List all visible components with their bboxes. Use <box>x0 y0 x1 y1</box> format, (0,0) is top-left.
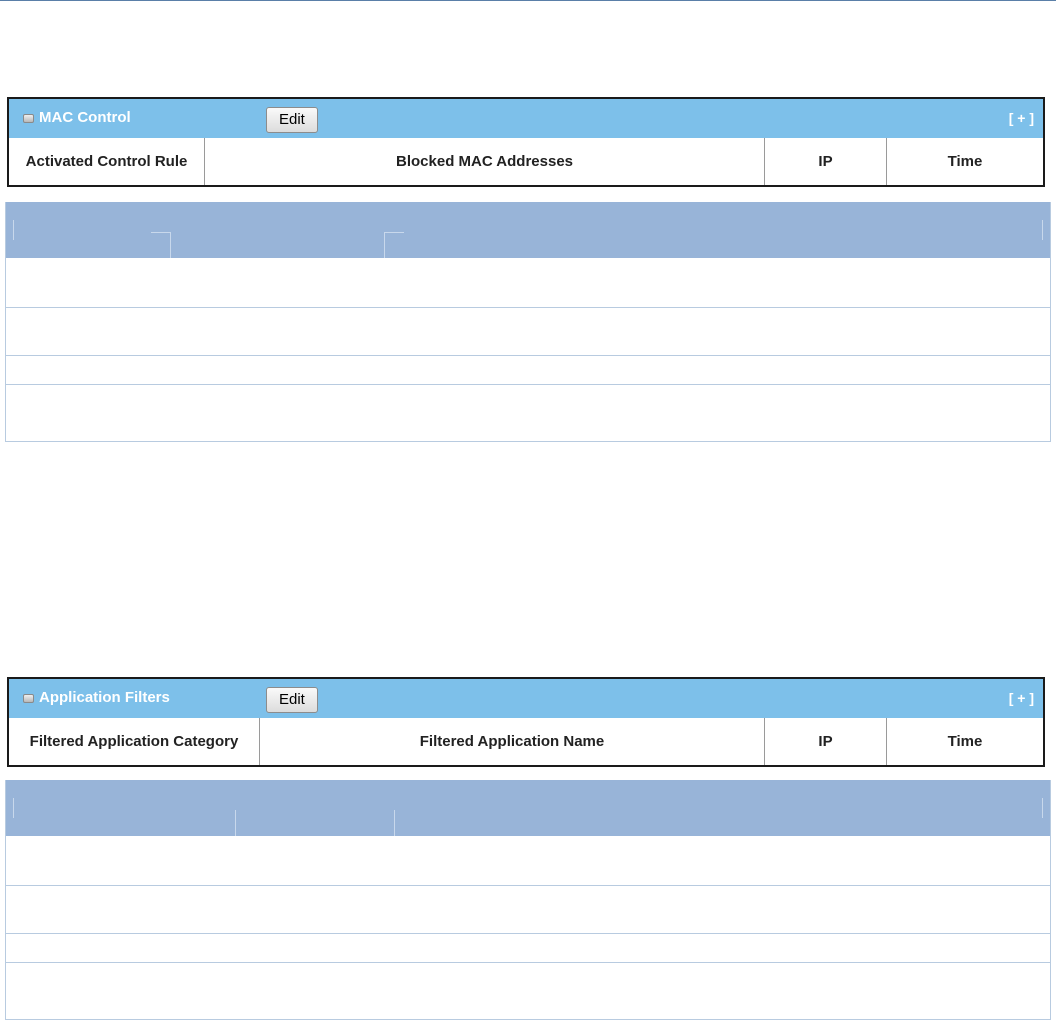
top-rule <box>0 0 1056 1</box>
row-divider <box>6 962 1050 963</box>
row-divider <box>6 384 1050 385</box>
blank-table-header <box>6 780 1050 836</box>
mac-control-blank-table <box>5 202 1051 442</box>
row-divider <box>6 355 1050 356</box>
header-divider <box>1042 220 1043 240</box>
application-filters-title: Application Filters <box>39 689 170 706</box>
row-divider <box>6 933 1050 934</box>
bullet-icon <box>23 114 34 123</box>
mac-control-title: MAC Control <box>39 109 131 126</box>
header-divider <box>170 232 171 258</box>
mac-control-edit-button[interactable]: Edit <box>266 107 318 133</box>
mac-control-header: MAC Control Edit [ + ] <box>9 99 1043 138</box>
mac-control-column-row: Activated Control Rule Blocked MAC Addre… <box>9 138 1043 185</box>
column-ip: IP <box>765 138 887 185</box>
row-divider <box>6 307 1050 308</box>
application-filters-edit-button[interactable]: Edit <box>266 687 318 713</box>
application-filters-column-row: Filtered Application Category Filtered A… <box>9 718 1043 765</box>
column-activated-control-rule: Activated Control Rule <box>9 138 205 185</box>
header-divider <box>151 232 171 233</box>
application-filters-header: Application Filters Edit [ + ] <box>9 679 1043 718</box>
header-divider <box>384 232 385 258</box>
mac-control-expand-toggle[interactable]: [ + ] <box>1009 110 1034 126</box>
bullet-icon <box>23 694 34 703</box>
header-divider <box>1042 798 1043 818</box>
application-filters-panel: Application Filters Edit [ + ] Filtered … <box>7 677 1045 767</box>
column-filtered-application-name: Filtered Application Name <box>260 718 765 765</box>
header-divider <box>235 810 236 836</box>
header-divider <box>13 220 14 240</box>
column-filtered-application-category: Filtered Application Category <box>9 718 260 765</box>
application-filters-expand-toggle[interactable]: [ + ] <box>1009 690 1034 706</box>
row-divider <box>6 885 1050 886</box>
mac-control-panel: MAC Control Edit [ + ] Activated Control… <box>7 97 1045 187</box>
blank-table-header <box>6 202 1050 258</box>
column-time: Time <box>947 733 983 750</box>
application-filters-blank-table <box>5 780 1051 1020</box>
header-divider <box>394 810 395 836</box>
header-divider <box>13 798 14 818</box>
column-blocked-mac-addresses: Blocked MAC Addresses <box>205 138 765 185</box>
column-ip: IP <box>765 718 887 765</box>
column-time: Time <box>947 153 983 170</box>
header-divider <box>384 232 404 233</box>
